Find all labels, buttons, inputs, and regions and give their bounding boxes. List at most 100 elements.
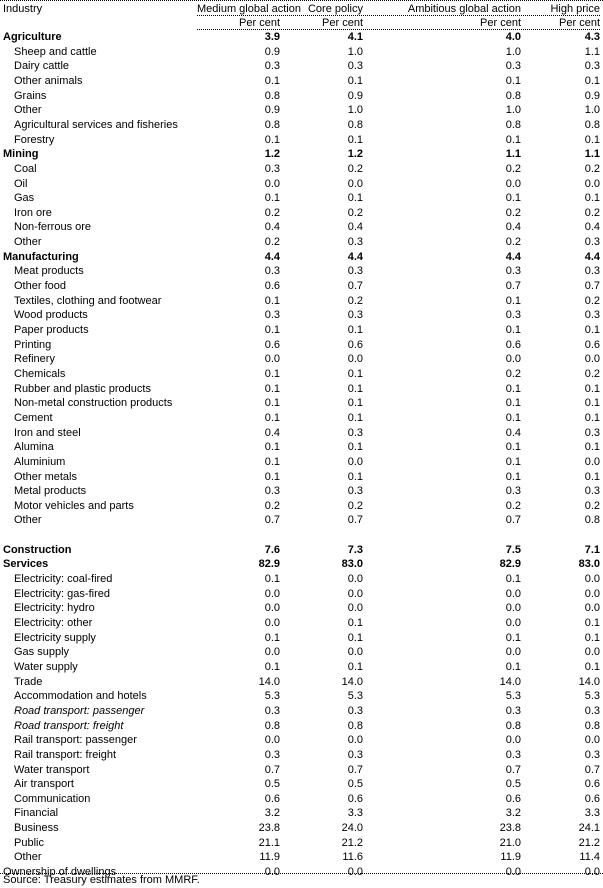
cell-value: 0.1 (584, 397, 600, 410)
cell-value: 0.2 (347, 294, 363, 307)
cell-value: 0.1 (584, 192, 600, 205)
section-row: Mining 1.2 1.2 1.1 1.1 (0, 147, 603, 162)
row-label: Mining (3, 148, 39, 161)
row-label: Iron and steel (14, 426, 81, 439)
cell-value: 0.0 (264, 353, 280, 366)
cell-value: 0.1 (264, 367, 280, 380)
cell-value: 0.0 (505, 646, 521, 659)
cell-value: 23.8 (258, 822, 280, 835)
cell-value: 14.0 (258, 675, 280, 688)
table-row: Non-metal construction products 0.1 0.1 0.1… (0, 396, 603, 411)
cell-value: 0.1 (505, 441, 521, 454)
row-label: Gas supply (14, 646, 70, 659)
cell-value: 0.0 (264, 602, 280, 615)
header-ambitious-global-action: Ambitious global action (407, 3, 521, 15)
row-label: Other (14, 236, 42, 249)
cell-value: 0.0 (347, 573, 363, 586)
cell-value: 0.3 (347, 236, 363, 249)
cell-value: 0.1 (347, 324, 363, 336)
cell-value: 0.2 (584, 499, 600, 512)
cell-value: 0.0 (264, 587, 280, 600)
cell-value: 0.0 (584, 353, 600, 366)
table-row: Wood products 0.3 0.3 0.3 0.3 (0, 308, 603, 323)
cell-value: 0.1 (505, 294, 521, 307)
cell-value: 0.1 (264, 397, 280, 410)
cell-value: 0.1 (584, 382, 600, 395)
table-row: Oil 0.0 0.0 0.0 0.0 (0, 177, 603, 192)
cell-value: 0.1 (584, 441, 600, 454)
cell-value: 0.0 (505, 617, 521, 629)
table-row: Refinery 0.0 0.0 0.0 0.0 (0, 352, 603, 367)
cell-value: 1.2 (347, 148, 363, 161)
cell-value: 0.7 (264, 514, 280, 527)
row-label: Rubber and plastic products (14, 382, 151, 395)
row-label: Non-metal construction products (14, 397, 173, 410)
cell-value: 0.1 (505, 133, 521, 146)
cell-value: 0.1 (347, 617, 363, 629)
cell-value: 0.6 (584, 792, 600, 805)
row-label: Electricity: other (14, 617, 93, 629)
cell-value: 21.2 (341, 836, 363, 849)
section-row: Construction 7.6 7.3 7.5 7.1 (0, 543, 603, 558)
cell-value: 0.1 (584, 617, 600, 629)
section-row: Services 82.9 83.0 82.9 83.0 (0, 557, 603, 572)
unit-label: Per cent (322, 17, 363, 29)
cell-value: 0.0 (505, 602, 521, 615)
cell-value: 0.0 (264, 617, 280, 629)
cell-value: 1.1 (584, 45, 600, 58)
row-label: Road transport: freight (14, 719, 124, 732)
cell-value: 0.6 (264, 338, 280, 351)
cell-value: 0.8 (347, 719, 363, 732)
row-label: Iron ore (14, 206, 52, 219)
table-row: Printing 0.6 0.6 0.6 0.6 (0, 338, 603, 353)
row-label: Road transport: passenger (14, 704, 145, 717)
table-row: Motor vehicles and parts 0.2 0.2 0.2 0.2 (0, 499, 603, 514)
cell-value: 0.5 (264, 778, 280, 791)
cell-value: 0.1 (584, 631, 600, 644)
table-row: Other 0.7 0.7 0.7 0.8 (0, 513, 603, 528)
row-label: Textiles, clothing and footwear (14, 294, 162, 307)
cell-value: 0.6 (347, 338, 363, 351)
table-row: Communication 0.6 0.6 0.6 0.6 (0, 792, 603, 807)
cell-value: 0.8 (584, 118, 600, 131)
cell-value: 0.6 (584, 778, 600, 791)
cell-value: 4.4 (505, 250, 521, 263)
cell-value: 3.2 (505, 807, 521, 820)
table-row: Rail transport: freight 0.3 0.3 0.3 0.3 (0, 748, 603, 763)
cell-value: 0.8 (264, 118, 280, 131)
table-row: Iron ore 0.2 0.2 0.2 0.2 (0, 206, 603, 221)
table-row: Road transport: passenger 0.3 0.3 0.3 0.3 (0, 704, 603, 719)
cell-value: 4.4 (347, 250, 363, 263)
cell-value: 0.7 (347, 763, 363, 776)
cell-value: 0.0 (264, 734, 280, 747)
cell-value: 0.1 (264, 192, 280, 205)
table-row: Public 21.1 21.2 21.0 21.2 (0, 836, 603, 851)
cell-value: 0.4 (505, 221, 521, 234)
row-label: Accommodation and hotels (14, 690, 147, 703)
cell-value: 0.6 (264, 280, 280, 293)
cell-value: 0.0 (347, 587, 363, 600)
cell-value: 0.8 (584, 719, 600, 732)
row-label: Gas (14, 192, 35, 205)
cell-value: 0.0 (584, 646, 600, 659)
cell-value: 0.3 (584, 426, 600, 439)
table-row: Metal products 0.3 0.3 0.3 0.3 (0, 484, 603, 499)
cell-value: 0.0 (347, 177, 363, 190)
cell-value: 0.1 (264, 573, 280, 586)
row-label: Forestry (14, 133, 55, 146)
cell-value: 11.6 (342, 851, 363, 864)
table-row: Electricity supply 0.1 0.1 0.1 0.1 (0, 631, 603, 646)
table-row: Business 23.8 24.0 23.8 24.1 (0, 821, 603, 836)
cell-value: 7.5 (505, 543, 521, 556)
cell-value: 0.0 (347, 455, 363, 468)
cell-value: 1.1 (505, 148, 521, 161)
cell-value: 0.7 (347, 280, 363, 293)
cell-value: 0.6 (347, 792, 363, 805)
table-row: Cement 0.1 0.1 0.1 0.1 (0, 411, 603, 426)
cell-value: 1.2 (264, 148, 280, 161)
cell-value: 0.7 (584, 280, 600, 293)
table-row: Electricity: gas-fired 0.0 0.0 0.0 0.0 (0, 587, 603, 602)
table-row: Coal 0.3 0.2 0.2 0.2 (0, 162, 603, 177)
cell-value: 0.0 (505, 587, 521, 600)
cell-value: 0.1 (584, 324, 600, 336)
